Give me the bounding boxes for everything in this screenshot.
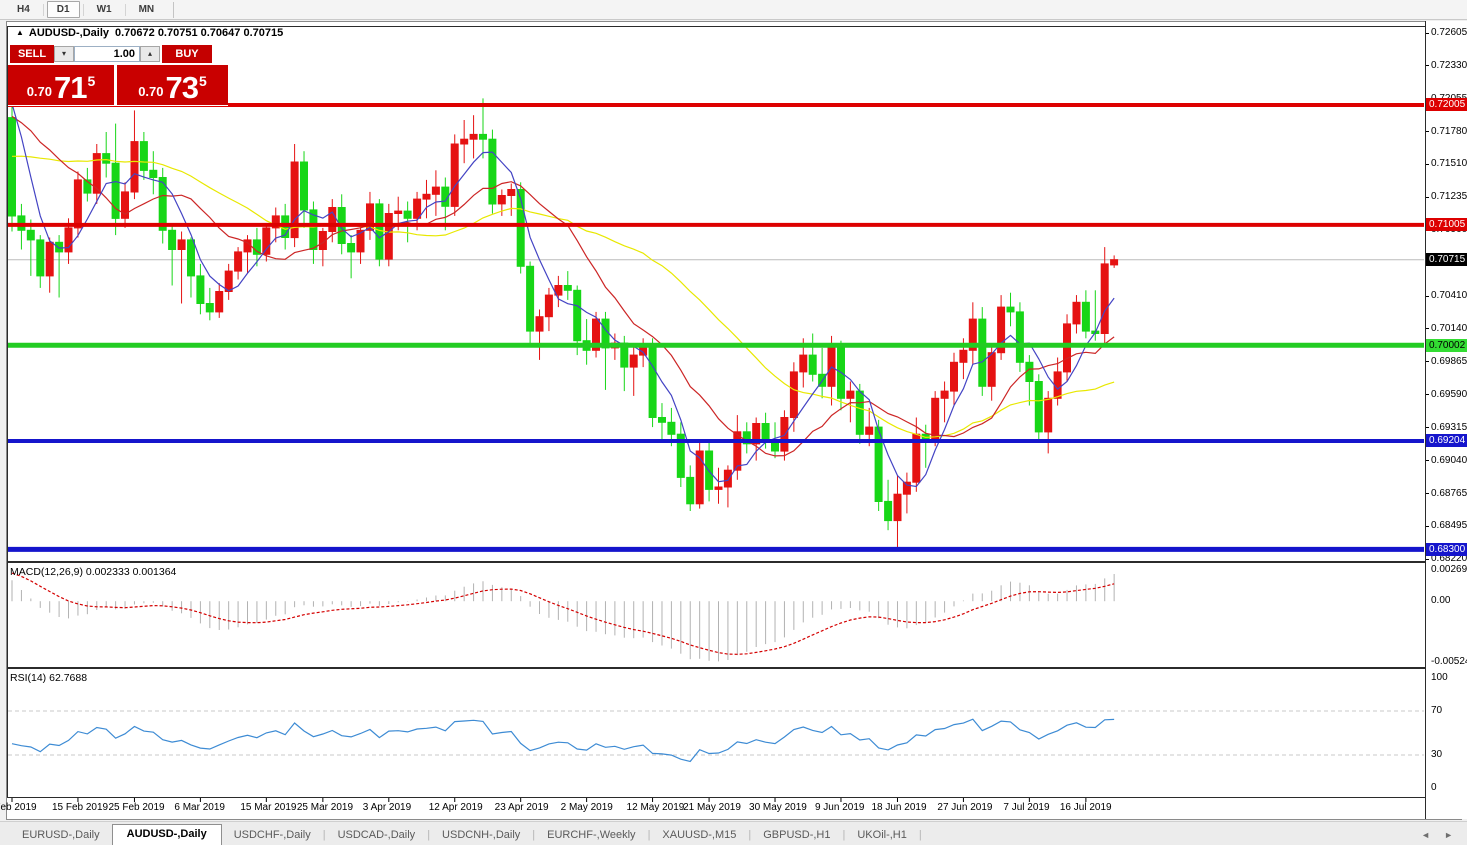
trading-platform-window: H4D1W1MN ▲AUDUSD-,Daily0.70672 0.70751 0… (0, 0, 1467, 845)
price-axis-tick (1426, 197, 1429, 198)
rsi-axis-label: 100 (1431, 672, 1448, 683)
date-axis-label: 6 Feb 2019 (0, 802, 37, 813)
date-axis-label: 23 Apr 2019 (495, 802, 549, 813)
date-axis-label: 6 Mar 2019 (174, 802, 225, 813)
date-axis-label: 16 Jul 2019 (1060, 802, 1112, 813)
price-axis-label: 0.70140 (1431, 323, 1467, 334)
price-axis-label: 0.69865 (1431, 356, 1467, 367)
date-axis-label: 25 Feb 2019 (108, 802, 164, 813)
price-axis-tick (1426, 296, 1429, 297)
date-axis-label: 18 Jun 2019 (871, 802, 926, 813)
sell-price-prefix: 0.70 (27, 84, 52, 99)
price-chart (0, 0, 1467, 845)
trade-panel-controls: SELL ▾ 1.00 ▴ BUY (8, 44, 228, 64)
price-axis-label: 0.71780 (1431, 126, 1467, 137)
macd-axis-label: -0.005242 (1431, 656, 1467, 667)
macd-axis-label: 0.002694 (1431, 564, 1467, 575)
price-tag-0.69204: 0.69204 (1426, 434, 1467, 447)
one-click-trade-panel: SELL ▾ 1.00 ▴ BUY 0.70 71 5 0.70 73 5 (8, 42, 228, 106)
date-axis-label: 12 May 2019 (627, 802, 685, 813)
price-tag-0.71005: 0.71005 (1426, 218, 1467, 231)
macd-label: MACD(12,26,9) 0.002333 0.001364 (10, 566, 176, 578)
sell-button[interactable]: SELL (10, 45, 54, 63)
date-axis-label: 3 Apr 2019 (363, 802, 411, 813)
date-axis-label: 21 May 2019 (683, 802, 741, 813)
date-axis-label: 7 Jul 2019 (1003, 802, 1049, 813)
date-axis-label: 15 Feb 2019 (52, 802, 108, 813)
price-axis-label: 0.72330 (1431, 60, 1467, 71)
buy-price-pip: 5 (199, 73, 207, 89)
price-tag-0.70002: 0.70002 (1426, 339, 1467, 352)
price-axis-tick (1426, 328, 1429, 329)
date-axis-label: 25 Mar 2019 (297, 802, 353, 813)
price-axis-tick (1426, 526, 1429, 527)
price-axis-tick (1426, 460, 1429, 461)
price-axis-label: 0.68495 (1431, 520, 1467, 531)
price-axis-label: 0.69315 (1431, 422, 1467, 433)
price-tag-0.68300: 0.68300 (1426, 543, 1467, 556)
price-axis-label: 0.69040 (1431, 455, 1467, 466)
price-axis-tick (1426, 65, 1429, 66)
trade-panel-quotes: 0.70 71 5 0.70 73 5 (8, 65, 228, 105)
rsi-axis-label: 70 (1431, 705, 1442, 716)
price-axis-tick (1426, 131, 1429, 132)
price-axis-label: 0.72605 (1431, 27, 1467, 38)
rsi-axis-label: 30 (1431, 749, 1442, 760)
rsi-label: RSI(14) 62.7688 (10, 672, 87, 684)
rsi-axis-label: 0 (1431, 782, 1437, 793)
price-axis-tick (1426, 427, 1429, 428)
date-axis-label: 30 May 2019 (749, 802, 807, 813)
price-axis-tick (1426, 164, 1429, 165)
price-axis[interactable]: 0.726050.723300.720550.717800.715100.712… (1425, 21, 1467, 819)
price-axis-label: 0.71235 (1431, 191, 1467, 202)
date-axis-label: 2 May 2019 (561, 802, 613, 813)
price-axis-label: 0.69590 (1431, 389, 1467, 400)
date-axis-label: 9 Jun 2019 (815, 802, 865, 813)
volume-input[interactable]: 1.00 (74, 46, 140, 62)
buy-price-big: 73 (166, 73, 198, 103)
chart-symbol-label: AUDUSD-,Daily (29, 27, 109, 39)
sell-price-pip: 5 (88, 73, 96, 89)
collapse-triangle-icon: ▲ (16, 28, 24, 37)
price-axis-label: 0.71510 (1431, 158, 1467, 169)
chart-title: ▲ AUDUSD-,Daily 0.70672 0.70751 0.70647 0.… (16, 27, 283, 39)
price-axis-label: 0.70410 (1431, 290, 1467, 301)
macd-axis-label: 0.00 (1431, 595, 1450, 606)
price-tag-0.70715: 0.70715 (1426, 253, 1467, 266)
price-axis-tick (1426, 361, 1429, 362)
price-tag-0.72005: 0.72005 (1426, 98, 1467, 111)
volume-increase-button[interactable]: ▴ (140, 46, 160, 62)
price-axis-tick (1426, 33, 1429, 34)
date-axis[interactable]: 6 Feb 2019 15 Feb 201925 Feb 2019 6 Mar 20… (0, 799, 1425, 819)
buy-price-prefix: 0.70 (138, 84, 163, 99)
sell-price-quote[interactable]: 0.70 71 5 (8, 65, 114, 105)
date-axis-label: 27 Jun 2019 (937, 802, 992, 813)
price-axis-tick (1426, 493, 1429, 494)
date-axis-label: 12 Apr 2019 (429, 802, 483, 813)
price-axis-tick (1426, 394, 1429, 395)
buy-button[interactable]: BUY (162, 45, 212, 63)
price-axis-tick (1426, 559, 1429, 560)
volume-decrease-button[interactable]: ▾ (54, 46, 74, 62)
sell-price-big: 71 (54, 73, 86, 103)
date-axis-label: 15 Mar 2019 (240, 802, 296, 813)
chart-ohlc-values: 0.70672 0.70751 0.70647 0.70715 (115, 27, 283, 39)
buy-price-quote[interactable]: 0.70 73 5 (117, 65, 228, 105)
price-axis-label: 0.68765 (1431, 488, 1467, 499)
